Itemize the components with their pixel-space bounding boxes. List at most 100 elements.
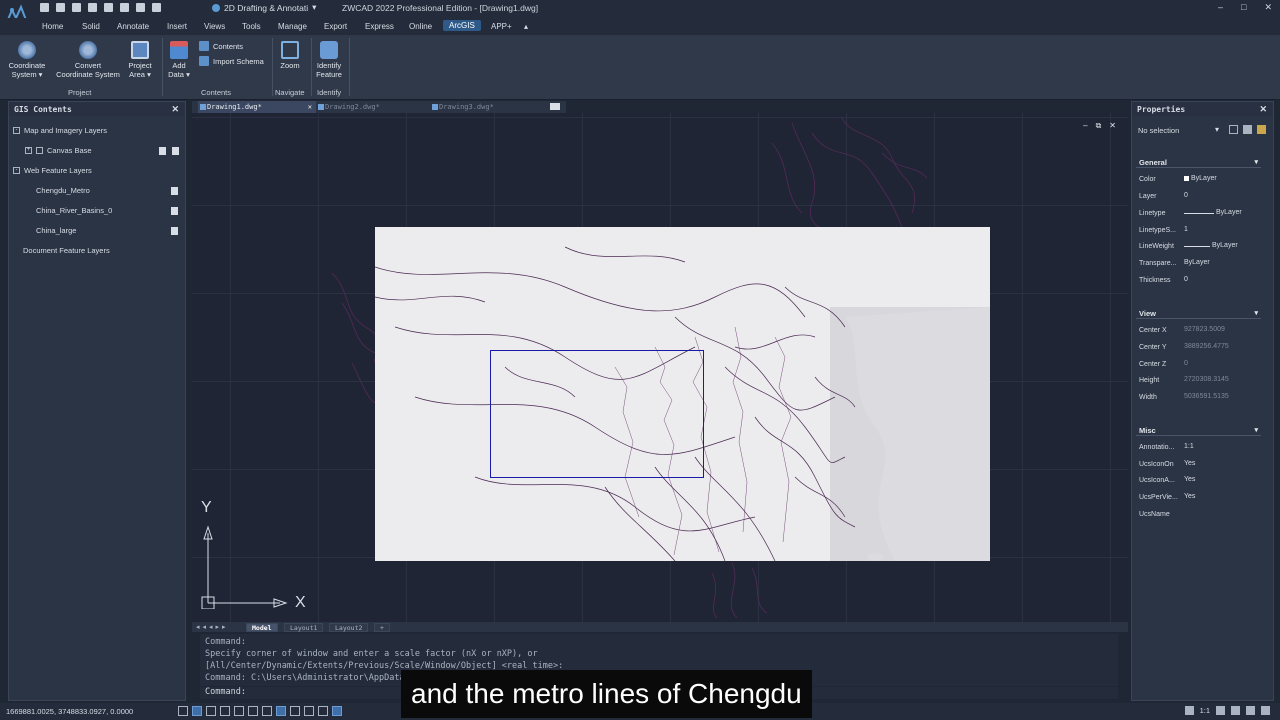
collapse-icon[interactable]: - [13, 127, 20, 134]
menu-online[interactable]: Online [409, 22, 432, 31]
tab-drawing2[interactable]: Drawing2.dwg* [316, 101, 430, 113]
ortho-toggle-icon[interactable] [206, 706, 216, 716]
prop-value[interactable]: ByLayer [1184, 259, 1210, 266]
new-icon[interactable] [40, 3, 49, 12]
close-button[interactable]: ✕ [1264, 2, 1272, 13]
quick-select-icon[interactable] [1257, 125, 1266, 134]
ribbon-minimize-icon[interactable]: ▴ [524, 22, 528, 31]
workspace-selector[interactable]: 2D Drafting & Annotati ▾ [212, 2, 316, 13]
selection-cycling-icon[interactable] [318, 706, 328, 716]
drawing-canvas[interactable]: – ⧉ ✕ Y X [192, 113, 1128, 622]
menu-solid[interactable]: Solid [82, 22, 100, 31]
copy-icon[interactable] [171, 187, 178, 195]
fullscreen-icon[interactable] [1246, 706, 1255, 715]
menu-annotate[interactable]: Annotate [117, 22, 149, 31]
redo-icon[interactable] [152, 3, 161, 12]
lock-icon[interactable] [1231, 706, 1240, 715]
menu-insert[interactable]: Insert [167, 22, 187, 31]
menu-views[interactable]: Views [204, 22, 225, 31]
prop-value[interactable]: 0 [1184, 276, 1188, 283]
close-icon[interactable]: ✕ [308, 103, 312, 111]
menu-home[interactable]: Home [42, 22, 63, 31]
selection-dropdown[interactable]: No selection [1138, 126, 1179, 135]
grid-toggle-icon[interactable] [178, 706, 188, 716]
section-general[interactable]: General ▾ [1136, 158, 1261, 168]
project-area-button[interactable]: Project Area ▾ [124, 41, 156, 79]
polar-toggle-icon[interactable] [220, 706, 230, 716]
model-space-icon[interactable] [332, 706, 342, 716]
menu-tools[interactable]: Tools [242, 22, 261, 31]
prop-value[interactable]: ByLayer [1216, 209, 1242, 216]
import-schema-button[interactable]: Import Schema [199, 56, 264, 66]
tab-scroll-arrows[interactable]: ◂◂◂▸▸ [196, 623, 229, 631]
menu-express[interactable]: Express [365, 22, 394, 31]
tab-add-layout[interactable]: + [374, 623, 390, 632]
snap-toggle-icon[interactable] [192, 706, 202, 716]
save-as-icon[interactable] [88, 3, 97, 12]
add-data-button[interactable]: Add Data ▾ [165, 41, 193, 79]
copy-icon[interactable] [171, 207, 178, 215]
layer-chengdu-metro[interactable]: Chengdu_Metro [36, 186, 90, 195]
layer-china-river-basins[interactable]: China_River_Basins_0 [36, 206, 112, 215]
tab-model[interactable]: Model [246, 623, 278, 632]
print-icon[interactable] [104, 3, 113, 12]
select-objects-icon[interactable] [1243, 125, 1252, 134]
customize-icon[interactable] [1261, 706, 1270, 715]
menu-arcgis[interactable]: ArcGIS [443, 20, 481, 31]
collapse-icon[interactable]: - [13, 167, 20, 174]
close-icon[interactable]: ✕ [1259, 104, 1267, 115]
tab-layout1[interactable]: Layout1 [284, 623, 324, 632]
prop-value[interactable]: Yes [1184, 476, 1195, 483]
ducs-toggle-icon[interactable] [262, 706, 272, 716]
chevron-down-icon[interactable]: ▾ [1215, 125, 1219, 134]
prop-value[interactable]: ByLayer [1212, 242, 1238, 249]
tab-drawing1[interactable]: Drawing1.dwg* ✕ [198, 101, 316, 113]
open-icon[interactable] [56, 3, 65, 12]
prop-value[interactable]: 1:1 [1184, 443, 1194, 450]
copy-icon[interactable] [172, 147, 179, 155]
zoom-extent-box[interactable] [490, 350, 704, 478]
expand-icon[interactable]: + [25, 147, 32, 154]
layer-visibility-checkbox[interactable] [36, 147, 43, 154]
menu-app-plus[interactable]: APP+ [491, 22, 512, 31]
contents-button[interactable]: Contents [199, 41, 243, 51]
dyn-toggle-icon[interactable] [276, 706, 286, 716]
coordinate-system-button[interactable]: Coordinate System ▾ [4, 41, 50, 79]
maximize-button[interactable]: □ [1241, 2, 1246, 13]
tree-canvas-base[interactable]: + Canvas Base [25, 146, 92, 155]
workspace-icon[interactable] [1216, 706, 1225, 715]
convert-coordinate-system-button[interactable]: Convert Coordinate System [52, 41, 124, 79]
layer-china-large[interactable]: China_large [36, 226, 76, 235]
close-icon[interactable]: ✕ [171, 104, 179, 115]
prop-value[interactable]: Yes [1184, 493, 1195, 500]
osnap-toggle-icon[interactable] [234, 706, 244, 716]
minimize-button[interactable]: – [1218, 2, 1223, 13]
copy-icon[interactable] [171, 227, 178, 235]
lineweight-toggle-icon[interactable] [290, 706, 300, 716]
prop-value[interactable]: 0 [1184, 192, 1188, 199]
tree-web-feature-layers[interactable]: - Web Feature Layers [13, 166, 92, 175]
prop-value[interactable]: ByLayer [1191, 175, 1217, 182]
transparency-toggle-icon[interactable] [304, 706, 314, 716]
annotation-scale-value[interactable]: 1:1 [1200, 706, 1210, 715]
menu-manage[interactable]: Manage [278, 22, 307, 31]
toggle-pickadd-icon[interactable] [1229, 125, 1238, 134]
identify-feature-button[interactable]: Identify Feature [313, 41, 345, 79]
zoom-button[interactable]: Zoom [276, 41, 304, 70]
save-icon[interactable] [72, 3, 81, 12]
section-view[interactable]: View ▾ [1136, 309, 1261, 319]
prop-value[interactable]: Yes [1184, 460, 1195, 467]
tab-drawing3[interactable]: Drawing3.dwg* [430, 101, 544, 113]
tree-document-feature-layers[interactable]: Document Feature Layers [23, 246, 110, 255]
undo-icon[interactable] [136, 3, 145, 12]
tree-map-imagery-layers[interactable]: - Map and Imagery Layers [13, 126, 107, 135]
section-misc[interactable]: Misc ▾ [1136, 426, 1261, 436]
tab-layout2[interactable]: Layout2 [329, 623, 369, 632]
plot-icon[interactable] [120, 3, 129, 12]
annotation-scale-icon[interactable] [1184, 706, 1194, 715]
prop-value[interactable]: 1 [1184, 226, 1188, 233]
menu-export[interactable]: Export [324, 22, 347, 31]
otrack-toggle-icon[interactable] [248, 706, 258, 716]
edit-icon[interactable] [159, 147, 166, 155]
new-tab-icon[interactable] [550, 103, 560, 110]
